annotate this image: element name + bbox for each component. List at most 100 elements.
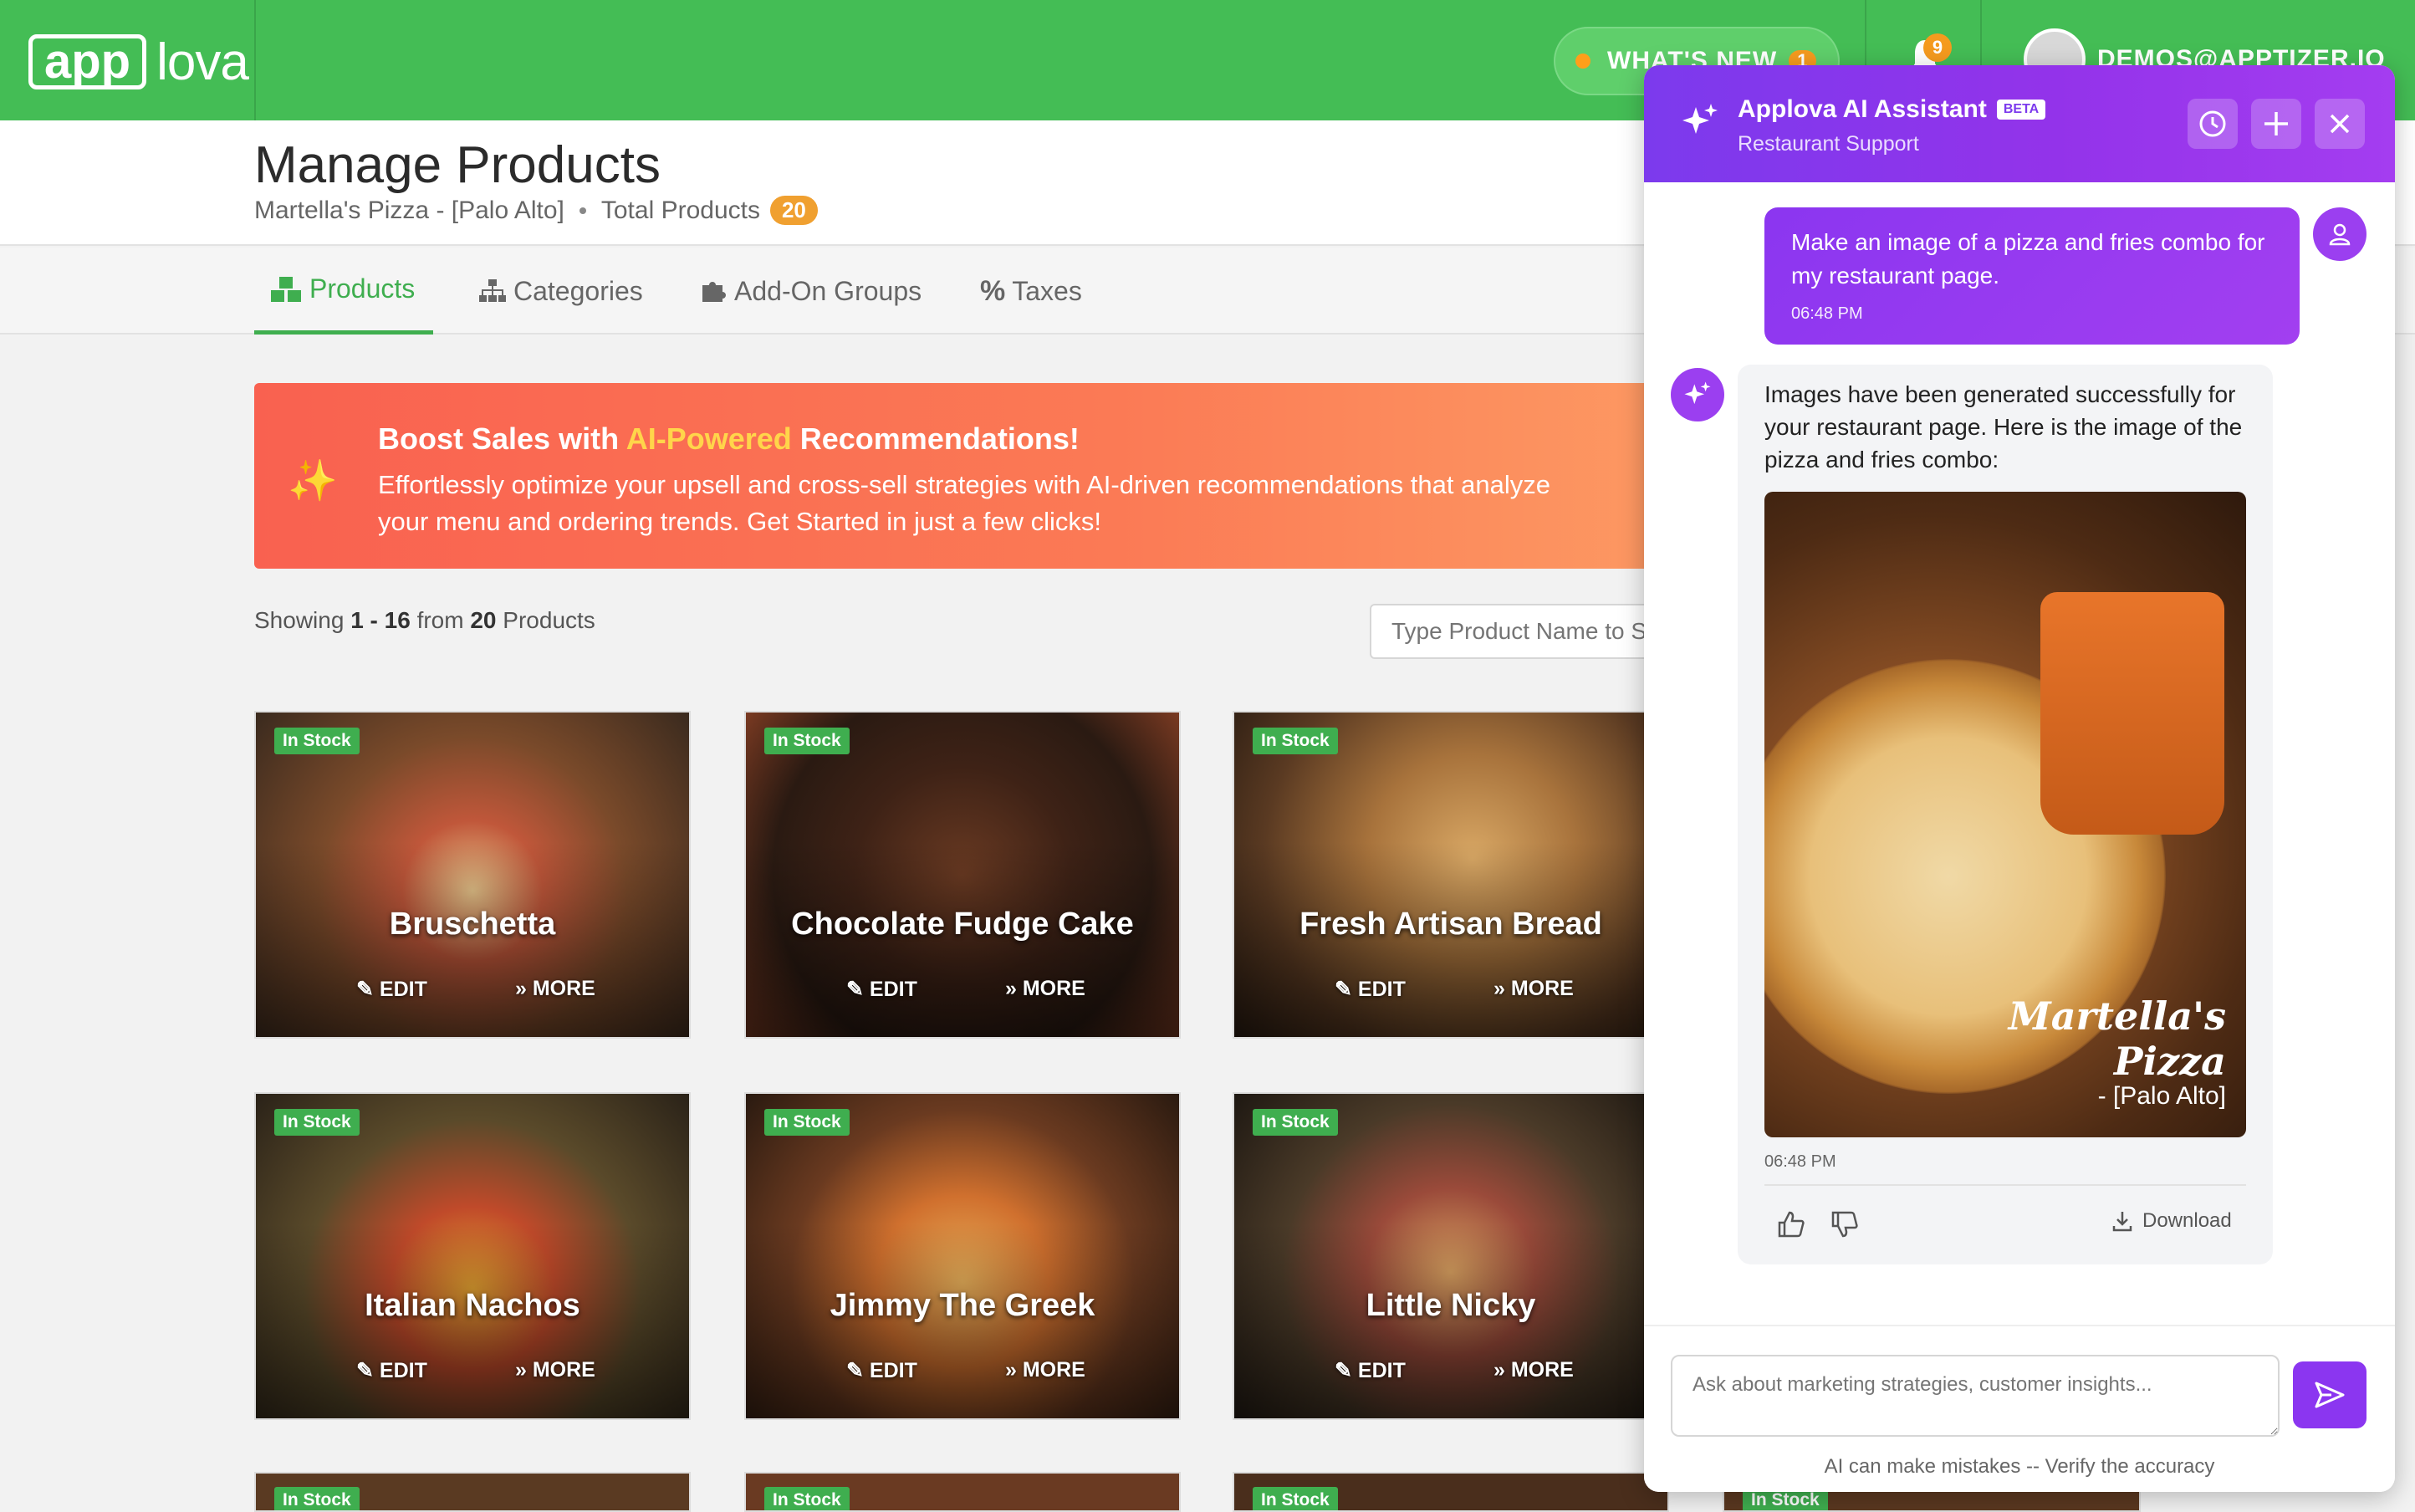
logo-box: app [28,34,147,89]
thumbs-up-icon[interactable] [1774,1208,1808,1241]
more-button[interactable]: » MORE [1493,977,1574,1001]
assistant-title-text: Applova AI Assistant [1738,95,1987,123]
edit-button[interactable]: ✎ EDIT [846,1358,917,1383]
showing-range: 1 - 16 [350,607,411,633]
edit-label: EDIT [379,978,427,1001]
more-label: MORE [1510,1358,1574,1382]
stock-badge: In Stock [764,728,850,754]
more-button[interactable]: » MORE [1005,977,1085,1001]
edit-button[interactable]: ✎ EDIT [356,1358,427,1383]
whats-new-dot-icon [1575,54,1590,69]
assistant-subtitle: Restaurant Support [1738,132,1919,156]
product-card[interactable]: In Stock Bruschetta ✎ EDIT » MORE [254,711,691,1039]
user-message-time: 06:48 PM [1791,304,1863,323]
promo-description: Effortlessly optimize your upsell and cr… [378,470,1550,536]
applova-logo[interactable]: app lova [28,32,249,92]
image-shade [256,713,689,1037]
promo-title-pre: Boost Sales with [378,421,626,456]
showing-suffix: Products [496,607,595,633]
chat-input[interactable] [1671,1355,2280,1437]
total-products-label: Total Products [600,196,760,224]
close-button[interactable] [2315,99,2365,149]
product-name: Little Nicky [1366,1288,1536,1323]
new-chat-button[interactable] [2251,99,2301,149]
more-label: MORE [532,1358,595,1382]
image-caption-title: Martella's Pizza [2009,994,2226,1084]
product-card[interactable]: In Stock Italian Nachos ✎ EDIT » MORE [254,1092,691,1420]
edit-button[interactable]: ✎ EDIT [356,977,427,1002]
edit-button[interactable]: ✎ EDIT [846,977,917,1002]
stock-badge: In Stock [764,1487,850,1510]
image-shade [1234,713,1667,1037]
thumbs-down-icon[interactable] [1828,1208,1861,1241]
product-card[interactable]: In Stock Chocolate Fudge Cake ✎ EDIT » M… [744,711,1181,1039]
product-name: Fresh Artisan Bread [1299,907,1602,942]
download-label: Download [2142,1209,2232,1232]
edit-label: EDIT [379,1359,427,1382]
promo-title-post: Recommendations! [791,421,1080,456]
image-caption-line2: Pizza [2113,1039,2226,1084]
close-icon [2330,114,2350,134]
send-icon [2315,1382,2345,1408]
download-button[interactable]: Download [2111,1209,2232,1233]
edit-label: EDIT [869,978,917,1001]
divider [254,0,256,120]
image-shade [256,1094,689,1418]
edit-label: EDIT [1357,978,1406,1001]
beta-badge: BETA [1996,100,2046,120]
user-icon [2329,223,2351,246]
tab-taxes[interactable]: % Taxes [980,248,1082,335]
stock-badge: In Stock [1253,1487,1338,1510]
showing-from: from [410,607,471,633]
assistant-footer: AI can make mistakes -- Verify the accur… [1644,1325,2395,1492]
showing-total: 20 [470,607,497,633]
more-button[interactable]: » MORE [515,977,595,1001]
tab-label: Categories [513,275,643,306]
store-name: Martella's Pizza - [Palo Alto] [254,196,564,224]
product-card[interactable]: In Stock [254,1472,691,1512]
download-icon [2112,1212,2132,1232]
ai-promo-banner[interactable]: ✨ Boost Sales with AI-Powered Recommenda… [254,383,1693,569]
ai-disclaimer: AI can make mistakes -- Verify the accur… [1824,1455,2215,1478]
image-caption-line1: Martella's [2008,994,2226,1039]
clock-icon [2199,110,2226,137]
product-card[interactable]: In Stock [744,1472,1181,1512]
edit-button[interactable]: ✎ EDIT [1335,977,1406,1002]
stock-badge: In Stock [764,1109,850,1136]
product-card[interactable]: In Stock [1233,1472,1669,1512]
tab-add-on-groups[interactable]: Add-On Groups [701,248,922,335]
assistant-header: Applova AI Assistant BETA Restaurant Sup… [1644,65,2395,182]
product-name: Jimmy The Greek [830,1288,1095,1323]
total-products-count: 20 [769,196,818,225]
more-button[interactable]: » MORE [1493,1358,1574,1382]
sparkle-icon: ✨ [288,459,338,503]
product-name: Chocolate Fudge Cake [791,907,1134,942]
history-button[interactable] [2188,99,2238,149]
edit-button[interactable]: ✎ EDIT [1335,1358,1406,1383]
generated-image[interactable]: Martella's Pizza - [Palo Alto] [1764,492,2246,1137]
image-caption-location: - [Palo Alto] [2097,1082,2226,1110]
edit-label: EDIT [869,1359,917,1382]
image-shade [746,713,1179,1037]
product-card[interactable]: In Stock Jimmy The Greek ✎ EDIT » MORE [744,1092,1181,1420]
cubes-icon [271,276,301,302]
more-button[interactable]: » MORE [515,1358,595,1382]
sparkles-icon [1684,381,1711,405]
product-card[interactable]: In Stock Fresh Artisan Bread ✎ EDIT » MO… [1233,711,1669,1039]
tab-categories[interactable]: Categories [478,248,643,335]
puzzle-icon [702,282,726,302]
percent-icon: % [980,274,1006,307]
edit-label: EDIT [1357,1359,1406,1382]
assistant-title: Applova AI Assistant BETA [1738,95,2046,124]
user-message: Make an image of a pizza and fries combo… [1764,207,2300,345]
stock-badge: In Stock [274,1487,360,1510]
product-name: Bruschetta [389,907,556,942]
more-button[interactable]: » MORE [1005,1358,1085,1382]
tab-products[interactable]: Products [254,248,434,335]
product-name: Italian Nachos [365,1288,580,1323]
more-label: MORE [532,977,595,1000]
product-card[interactable]: In Stock Little Nicky ✎ EDIT » MORE [1233,1092,1669,1420]
stock-badge: In Stock [274,728,360,754]
send-button[interactable] [2293,1361,2366,1428]
fries-illustration [2040,592,2224,835]
